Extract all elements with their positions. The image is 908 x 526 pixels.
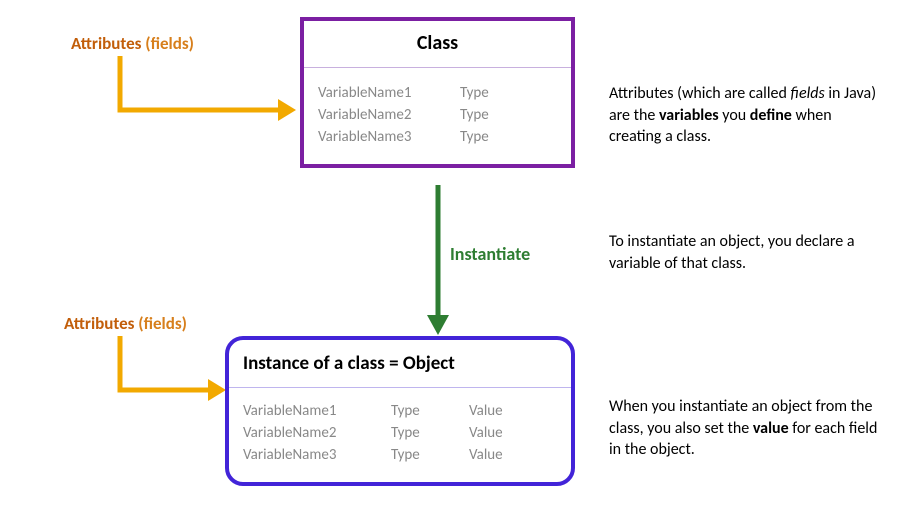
instantiate-label: Instantiate — [450, 243, 530, 265]
variable-name: VariableName2 — [318, 106, 438, 124]
attributes-label-bottom: Attributes (fields) — [64, 313, 187, 334]
fields-paren: (fields) — [138, 313, 187, 334]
object-row: VariableName1 Type Value — [243, 400, 557, 422]
class-row: VariableName2 Type — [318, 104, 557, 126]
arrow-attributes-to-object — [116, 336, 226, 402]
variable-name: VariableName1 — [318, 84, 438, 102]
text-run-bold: variables — [659, 106, 719, 125]
text-run: you — [719, 106, 750, 125]
variable-value: Value — [469, 446, 519, 464]
attributes-word: Attributes — [71, 33, 141, 54]
object-row: VariableName3 Type Value — [243, 444, 557, 466]
equals-text: = — [385, 352, 403, 375]
object-box-body: VariableName1 Type Value VariableName2 T… — [229, 388, 571, 482]
variable-name: VariableName3 — [243, 446, 363, 464]
variable-type: Type — [391, 402, 441, 420]
text-run-bold: value — [753, 419, 789, 438]
fields-paren: (fields) — [145, 33, 194, 54]
variable-name: VariableName1 — [243, 402, 363, 420]
text-run: To instantiate an object, you declare a … — [609, 232, 855, 273]
explanatory-paragraph-attributes: Attributes (which are called fields in J… — [609, 83, 879, 148]
variable-name: VariableName2 — [243, 424, 363, 442]
variable-type: Type — [460, 84, 510, 102]
text-run-bold: define — [750, 106, 792, 125]
object-row: VariableName2 Type Value — [243, 422, 557, 444]
class-box: Class VariableName1 Type VariableName2 T… — [300, 17, 575, 168]
class-box-title: Class — [304, 21, 571, 68]
object-box: Instance of a class = Object VariableNam… — [225, 336, 575, 486]
class-row: VariableName3 Type — [318, 126, 557, 148]
object-text: Object — [403, 352, 455, 375]
variable-value: Value — [469, 424, 519, 442]
class-box-body: VariableName1 Type VariableName2 Type Va… — [304, 68, 571, 164]
variable-name: VariableName3 — [318, 128, 438, 146]
explanatory-paragraph-instantiate: To instantiate an object, you declare a … — [609, 231, 879, 274]
text-run: Attributes (which are called — [609, 84, 790, 103]
attributes-label-top: Attributes (fields) — [71, 33, 194, 54]
variable-type: Type — [460, 106, 510, 124]
class-row: VariableName1 Type — [318, 82, 557, 104]
attributes-word: Attributes — [64, 313, 134, 334]
variable-type: Type — [391, 424, 441, 442]
object-box-title: Instance of a class = Object — [229, 340, 571, 388]
instance-of-class-text: Instance of a class — [243, 352, 385, 375]
variable-type: Type — [391, 446, 441, 464]
arrow-attributes-to-class — [116, 56, 296, 122]
text-run-italic: fields — [790, 84, 824, 103]
variable-value: Value — [469, 402, 519, 420]
explanatory-paragraph-value: When you instantiate an object from the … — [609, 396, 879, 461]
arrow-instantiate — [426, 185, 450, 335]
variable-type: Type — [460, 128, 510, 146]
